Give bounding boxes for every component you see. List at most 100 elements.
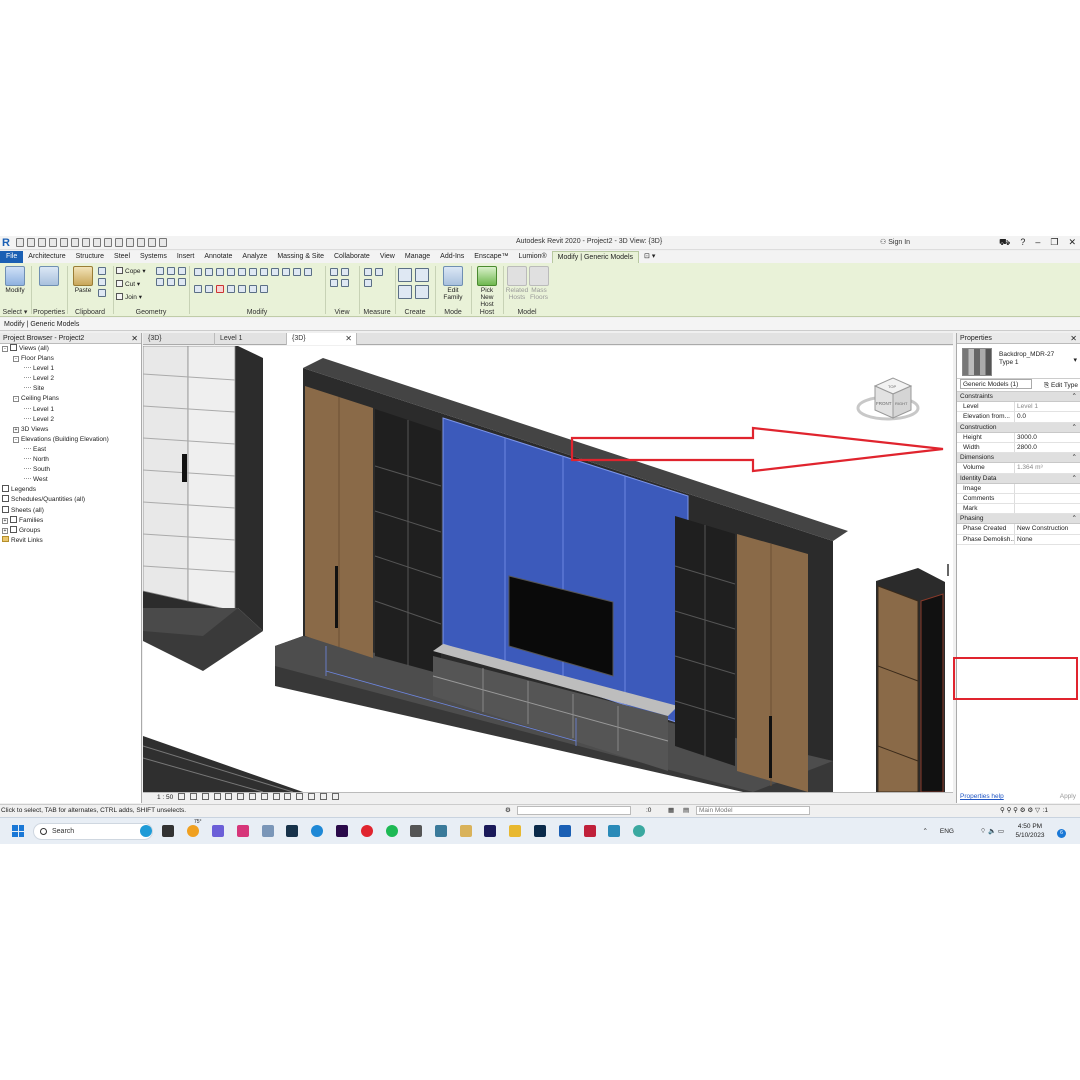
remove-paint-icon[interactable]: [167, 278, 175, 286]
property-value[interactable]: Level 1: [1015, 402, 1080, 411]
browser-tree-item[interactable]: Site: [0, 384, 141, 394]
override-icon[interactable]: [341, 268, 349, 276]
property-value[interactable]: None: [1015, 535, 1080, 544]
design-option-select[interactable]: Main Model: [696, 806, 810, 815]
text-icon[interactable]: [104, 238, 112, 247]
show-crop-icon[interactable]: [248, 793, 256, 800]
windows-start-icon[interactable]: [12, 825, 24, 837]
tab-add-ins[interactable]: Add-Ins: [435, 251, 469, 263]
after-effects-icon[interactable]: [484, 825, 496, 837]
offset-icon[interactable]: [205, 268, 213, 276]
clock[interactable]: 4:50 PM 5/10/2023: [1010, 822, 1050, 840]
thin-lines-icon[interactable]: [137, 238, 145, 247]
constraints-icon[interactable]: [331, 793, 339, 800]
property-value[interactable]: 2800.0: [1015, 443, 1080, 452]
property-value[interactable]: 3000.0: [1015, 433, 1080, 442]
rotate-icon[interactable]: [260, 268, 268, 276]
sketchup-icon[interactable]: [435, 825, 447, 837]
browser-tree-item[interactable]: +3D Views: [0, 425, 141, 435]
tab-view[interactable]: View: [375, 251, 400, 263]
match-type-icon[interactable]: [98, 289, 106, 297]
extend-multi-icon[interactable]: [260, 285, 268, 293]
tab-manage[interactable]: Manage: [400, 251, 435, 263]
browser-tree-item[interactable]: Level 2: [0, 374, 141, 384]
browser-tree-item[interactable]: Sheets (all): [0, 505, 141, 516]
scale-icon[interactable]: [304, 268, 312, 276]
browser-tree-item[interactable]: West: [0, 475, 141, 485]
properties-help-link[interactable]: Properties help: [960, 793, 1004, 800]
browser-tree-item[interactable]: - Floor Plans: [0, 354, 141, 364]
array-icon[interactable]: [293, 268, 301, 276]
autocad-icon[interactable]: [584, 825, 596, 837]
measure-along-icon[interactable]: [364, 279, 372, 287]
close-icon[interactable]: ✕: [1070, 333, 1077, 344]
render-icon[interactable]: [225, 793, 233, 800]
crop-icon[interactable]: [237, 793, 245, 800]
tab-enscape[interactable]: Enscape™: [469, 251, 513, 263]
select-dropdown[interactable]: Select ▾: [0, 308, 30, 316]
beam-join-icon[interactable]: [178, 278, 186, 286]
notification-badge[interactable]: 6: [1057, 829, 1066, 838]
property-value[interactable]: 0.0: [1015, 412, 1080, 421]
hide-icon[interactable]: [330, 268, 338, 276]
lightroom-icon[interactable]: [286, 825, 298, 837]
highlight-icon[interactable]: [319, 793, 327, 800]
dimension-icon[interactable]: [93, 238, 101, 247]
browser-tree-item[interactable]: Level 2: [0, 415, 141, 425]
language-indicator[interactable]: ENG: [940, 827, 954, 836]
collapse-icon[interactable]: ⌃: [1072, 392, 1077, 402]
section-icon[interactable]: [126, 238, 134, 247]
tab-modify-generic-models[interactable]: Modify | Generic Models: [551, 250, 640, 264]
edit-family-button[interactable]: Edit Family: [440, 266, 466, 301]
tab-view-3d[interactable]: {3D}: [143, 333, 215, 345]
photoshop-icon[interactable]: [534, 825, 546, 837]
cart-icon[interactable]: ⛟: [999, 237, 1010, 249]
linework-icon[interactable]: [330, 279, 338, 287]
file-explorer-icon[interactable]: [509, 825, 521, 837]
shadows-icon[interactable]: [213, 793, 221, 800]
create-assembly-icon[interactable]: [398, 268, 412, 282]
create-parts-icon[interactable]: [415, 268, 429, 282]
property-value[interactable]: [1015, 494, 1080, 503]
selection-filter-icons[interactable]: ⚲ ⚲ ⚲ ⚙ ⚙ ▽: [1000, 805, 1040, 817]
visual-style-icon[interactable]: [189, 793, 197, 800]
teams-icon[interactable]: [212, 825, 224, 837]
browser-tree-item[interactable]: South: [0, 465, 141, 475]
app-icon[interactable]: [633, 825, 645, 837]
wall-joins-icon[interactable]: [156, 267, 164, 275]
close-icon[interactable]: ✕: [345, 333, 352, 345]
workset-dropdown[interactable]: [517, 806, 631, 815]
tab-lumion[interactable]: Lumion®: [514, 251, 552, 263]
aligned-dimension-icon[interactable]: [375, 268, 383, 276]
detail-level-icon[interactable]: [178, 793, 186, 800]
tab-annotate[interactable]: Annotate: [199, 251, 237, 263]
3dsmax-icon[interactable]: [608, 825, 620, 837]
create-group-icon[interactable]: [398, 285, 412, 299]
cut-geometry-button[interactable]: Cut ▾: [116, 280, 140, 288]
task-view-icon[interactable]: [162, 825, 174, 837]
browser-tree-item[interactable]: + Families: [0, 515, 141, 526]
expand-icon[interactable]: +: [13, 426, 19, 433]
mirror-draw-icon[interactable]: [227, 268, 235, 276]
align-icon[interactable]: [194, 268, 202, 276]
pick-new-host-button[interactable]: Pick New Host: [474, 266, 500, 308]
taskbar-search[interactable]: Search: [33, 823, 153, 840]
split-face-icon[interactable]: [167, 267, 175, 275]
weather-icon[interactable]: [187, 825, 199, 837]
help-icon[interactable]: ?: [1020, 237, 1025, 249]
apply-button[interactable]: Apply: [1060, 791, 1076, 803]
scale-label[interactable]: 1 : 50: [157, 794, 173, 801]
revit-logo-icon[interactable]: R: [2, 237, 12, 249]
tab-view-3d-active[interactable]: {3D} ✕: [287, 333, 357, 345]
browser-tree-item[interactable]: East: [0, 445, 141, 455]
chevron-down-icon[interactable]: ▾: [1073, 356, 1077, 364]
modify-button[interactable]: Modify: [2, 266, 28, 294]
join-button[interactable]: Join ▾: [116, 293, 142, 301]
browser-tree-item[interactable]: + Groups: [0, 525, 141, 536]
browser-tree-item[interactable]: Schedules/Quantities (all): [0, 495, 141, 505]
save-icon[interactable]: [27, 238, 35, 247]
switch-windows-icon[interactable]: [159, 238, 167, 247]
measure-between-icon[interactable]: [364, 268, 372, 276]
copy-element-icon[interactable]: [249, 268, 257, 276]
ribbon-minimize-icon[interactable]: ⊡ ▾: [639, 251, 660, 263]
